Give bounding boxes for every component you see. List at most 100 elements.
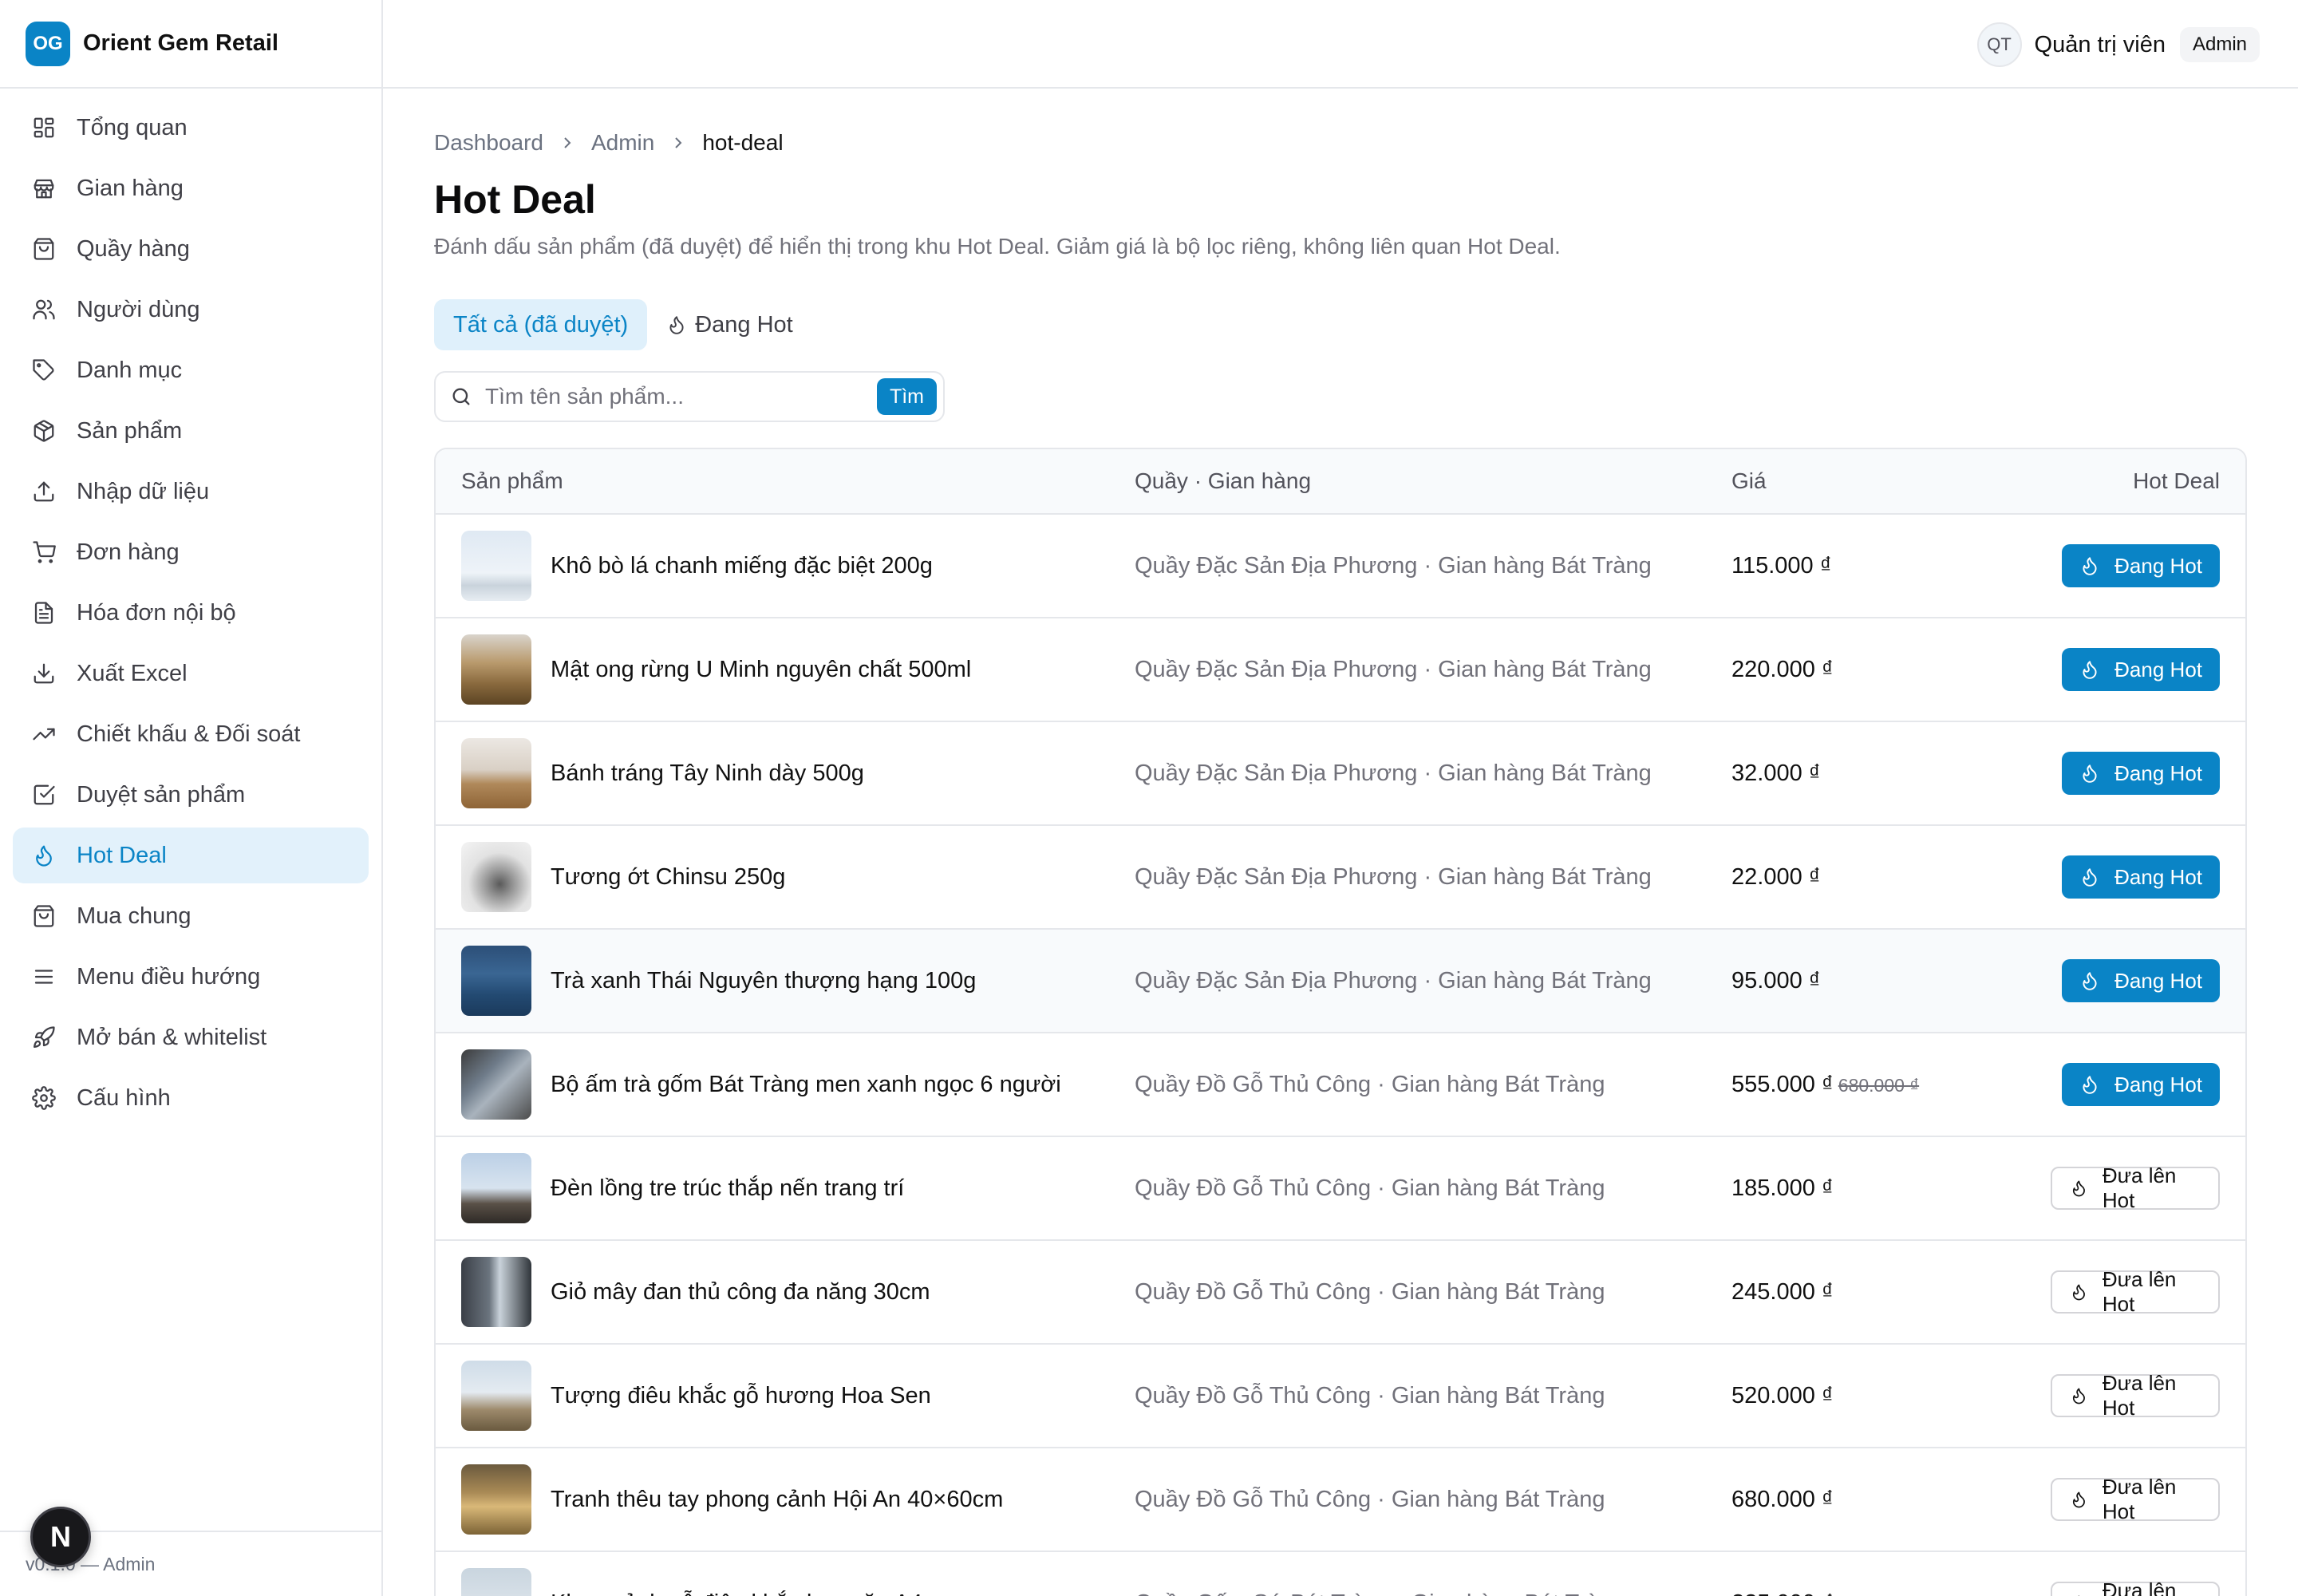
hot-button-label: Đang Hot xyxy=(2114,864,2202,889)
sidebar-item-don-hang[interactable]: Đơn hàng xyxy=(13,524,369,580)
add-hot-button[interactable]: Đưa lên Hot xyxy=(2051,1267,2220,1316)
brand-name: Orient Gem Retail xyxy=(83,30,278,56)
hot-button-label: Đang Hot xyxy=(2114,657,2202,681)
search-button[interactable]: Tìm xyxy=(876,378,937,415)
breadcrumb-admin[interactable]: Admin xyxy=(591,130,654,156)
sidebar-item-label: Quầy hàng xyxy=(77,235,190,262)
stall-name: Quầy Đặc Sản Địa Phương · Gian hàng Bát … xyxy=(1135,760,1652,786)
main-content: Dashboard Admin hot-deal Hot Deal Đánh d… xyxy=(434,89,2247,1596)
sidebar-item-duyet-san-pham[interactable]: Duyệt sản phẩm xyxy=(13,767,369,823)
hot-button-label: Đưa lên Hot xyxy=(2102,1578,2177,1596)
search-input[interactable] xyxy=(485,384,877,409)
price-value: 555.000 ₫ xyxy=(1731,1071,1834,1097)
product-cell: Bánh tráng Tây Ninh dày 500g xyxy=(436,738,1135,808)
hot-button-label: Đang Hot xyxy=(2114,553,2202,578)
tab-label: Tất cả (đã duyệt) xyxy=(453,311,629,338)
brand[interactable]: OG Orient Gem Retail xyxy=(0,0,381,89)
sidebar-item-hoa-don-noi-bo[interactable]: Hóa đơn nội bộ xyxy=(13,585,369,641)
add-hot-button[interactable]: Đưa lên Hot xyxy=(2051,1371,2220,1420)
stall-name: Quầy Đồ Gỗ Thủ Công · Gian hàng Bát Tràn… xyxy=(1135,1071,1605,1097)
price-cell: 185.000 ₫ xyxy=(1731,1175,2051,1202)
stall-cell: Quầy Đặc Sản Địa Phương · Gian hàng Bát … xyxy=(1135,760,1731,787)
sidebar-item-mua-chung[interactable]: Mua chung xyxy=(13,888,369,944)
check-square-icon xyxy=(32,783,56,807)
sidebar-item-label: Đơn hàng xyxy=(77,539,180,565)
remove-hot-button[interactable]: Đang Hot xyxy=(2062,855,2220,899)
sidebar-item-gian-hang[interactable]: Gian hàng xyxy=(13,160,369,216)
flame-icon xyxy=(2079,763,2100,784)
sidebar-item-san-pham[interactable]: Sản phẩm xyxy=(13,403,369,459)
product-name: Bộ ấm trà gốm Bát Tràng men xanh ngọc 6 … xyxy=(551,1071,1061,1097)
sidebar-item-quay-hang[interactable]: Quầy hàng xyxy=(13,221,369,277)
sidebar-item-tong-quan[interactable]: Tổng quan xyxy=(13,100,369,156)
product-name: Bánh tráng Tây Ninh dày 500g xyxy=(551,760,864,786)
sidebar-item-nguoi-dung[interactable]: Người dùng xyxy=(13,282,369,338)
remove-hot-button[interactable]: Đang Hot xyxy=(2062,1063,2220,1106)
price-value: 185.000 ₫ xyxy=(1731,1175,1834,1201)
product-cell: Tương ớt Chinsu 250g xyxy=(436,842,1135,912)
sidebar-item-hot-deal[interactable]: Hot Deal xyxy=(13,828,369,883)
product-thumbnail xyxy=(461,531,531,601)
table-body: Khô bò lá chanh miếng đặc biệt 200g Quầy … xyxy=(436,513,2245,1596)
sidebar-item-chiet-khau-doi-soat[interactable]: Chiết khấu & Đối soát xyxy=(13,706,369,762)
stall-cell: Quầy Đặc Sản Địa Phương · Gian hàng Bát … xyxy=(1135,657,1731,683)
tab-all-approved[interactable]: Tất cả (đã duyệt) xyxy=(434,299,648,350)
user-name: Quản trị viên xyxy=(2034,31,2166,57)
sidebar-item-danh-muc[interactable]: Danh mục xyxy=(13,342,369,398)
table-row: Đèn lồng tre trúc thắp nến trang trí Quầy… xyxy=(436,1136,2245,1239)
product-name: Đèn lồng tre trúc thắp nến trang trí xyxy=(551,1175,905,1201)
invoice-icon xyxy=(32,601,56,625)
stall-name: Quầy Đồ Gỗ Thủ Công · Gian hàng Bát Tràn… xyxy=(1135,1278,1605,1305)
product-thumbnail xyxy=(461,842,531,912)
stall-cell: Quầy Gốm Sứ Bát Tràng · Gian hàng Bát Tr… xyxy=(1135,1590,1731,1596)
page-title: Hot Deal xyxy=(434,177,596,222)
store-icon xyxy=(32,176,56,200)
product-name: Giỏ mây đan thủ công đa năng 30cm xyxy=(551,1278,930,1305)
hot-button-label: Đưa lên Hot xyxy=(2102,1475,2177,1523)
sidebar-item-menu-dieu-huong[interactable]: Menu điều hướng xyxy=(13,949,369,1005)
sidebar-item-label: Xuất Excel xyxy=(77,660,188,686)
flame-icon xyxy=(2079,555,2100,576)
product-name: Trà xanh Thái Nguyên thượng hạng 100g xyxy=(551,967,977,994)
sidebar-item-xuat-excel[interactable]: Xuất Excel xyxy=(13,646,369,701)
add-hot-button[interactable]: Đưa lên Hot xyxy=(2051,1578,2220,1596)
tag-icon xyxy=(32,358,56,382)
sidebar-item-mo-ban-whitelist[interactable]: Mở bán & whitelist xyxy=(13,1009,369,1065)
flame-icon xyxy=(2079,1074,2100,1095)
dev-tools-badge[interactable]: N xyxy=(30,1507,91,1567)
chevron-right-icon xyxy=(564,137,571,148)
menu-icon xyxy=(32,965,56,989)
hot-deal-cell: Đang Hot xyxy=(2051,648,2245,691)
flame-icon xyxy=(2079,970,2100,991)
add-hot-button[interactable]: Đưa lên Hot xyxy=(2051,1163,2220,1212)
hot-button-label: Đưa lên Hot xyxy=(2102,1371,2177,1420)
stall-name: Quầy Đồ Gỗ Thủ Công · Gian hàng Bát Tràn… xyxy=(1135,1175,1605,1201)
sidebar-item-label: Danh mục xyxy=(77,357,183,383)
remove-hot-button[interactable]: Đang Hot xyxy=(2062,752,2220,795)
add-hot-button[interactable]: Đưa lên Hot xyxy=(2051,1475,2220,1523)
price-value: 95.000 ₫ xyxy=(1731,967,1821,994)
sidebar-item-label: Mua chung xyxy=(77,903,192,929)
sidebar-item-cau-hinh[interactable]: Cấu hình xyxy=(13,1070,369,1126)
price-value: 32.000 ₫ xyxy=(1731,760,1821,786)
remove-hot-button[interactable]: Đang Hot xyxy=(2062,544,2220,587)
flame-icon xyxy=(2070,1282,2088,1302)
sidebar-item-nhap-du-lieu[interactable]: Nhập dữ liệu xyxy=(13,464,369,519)
user-menu[interactable]: QT Quản trị viên Admin xyxy=(1976,22,2260,67)
product-thumbnail xyxy=(461,1049,531,1120)
bag-icon xyxy=(32,904,56,928)
product-thumbnail xyxy=(461,1361,531,1431)
table-row: Mật ong rừng U Minh nguyên chất 500ml Quầ… xyxy=(436,617,2245,721)
stall-name: Quầy Đồ Gỗ Thủ Công · Gian hàng Bát Tràn… xyxy=(1135,1486,1605,1512)
remove-hot-button[interactable]: Đang Hot xyxy=(2062,959,2220,1002)
old-price: 680.000 ₫ xyxy=(1838,1074,1920,1096)
table-row: Bộ ấm trà gốm Bát Tràng men xanh ngọc 6 … xyxy=(436,1032,2245,1136)
breadcrumb-dashboard[interactable]: Dashboard xyxy=(434,130,543,156)
stall-cell: Quầy Đồ Gỗ Thủ Công · Gian hàng Bát Tràn… xyxy=(1135,1383,1731,1409)
tab-hot[interactable]: Đang Hot xyxy=(647,299,812,350)
remove-hot-button[interactable]: Đang Hot xyxy=(2062,648,2220,691)
sidebar-item-label: Hóa đơn nội bộ xyxy=(77,599,236,626)
flame-icon xyxy=(2070,1489,2088,1510)
tab-label: Đang Hot xyxy=(695,311,793,338)
product-cell: Giỏ mây đan thủ công đa năng 30cm xyxy=(436,1257,1135,1327)
